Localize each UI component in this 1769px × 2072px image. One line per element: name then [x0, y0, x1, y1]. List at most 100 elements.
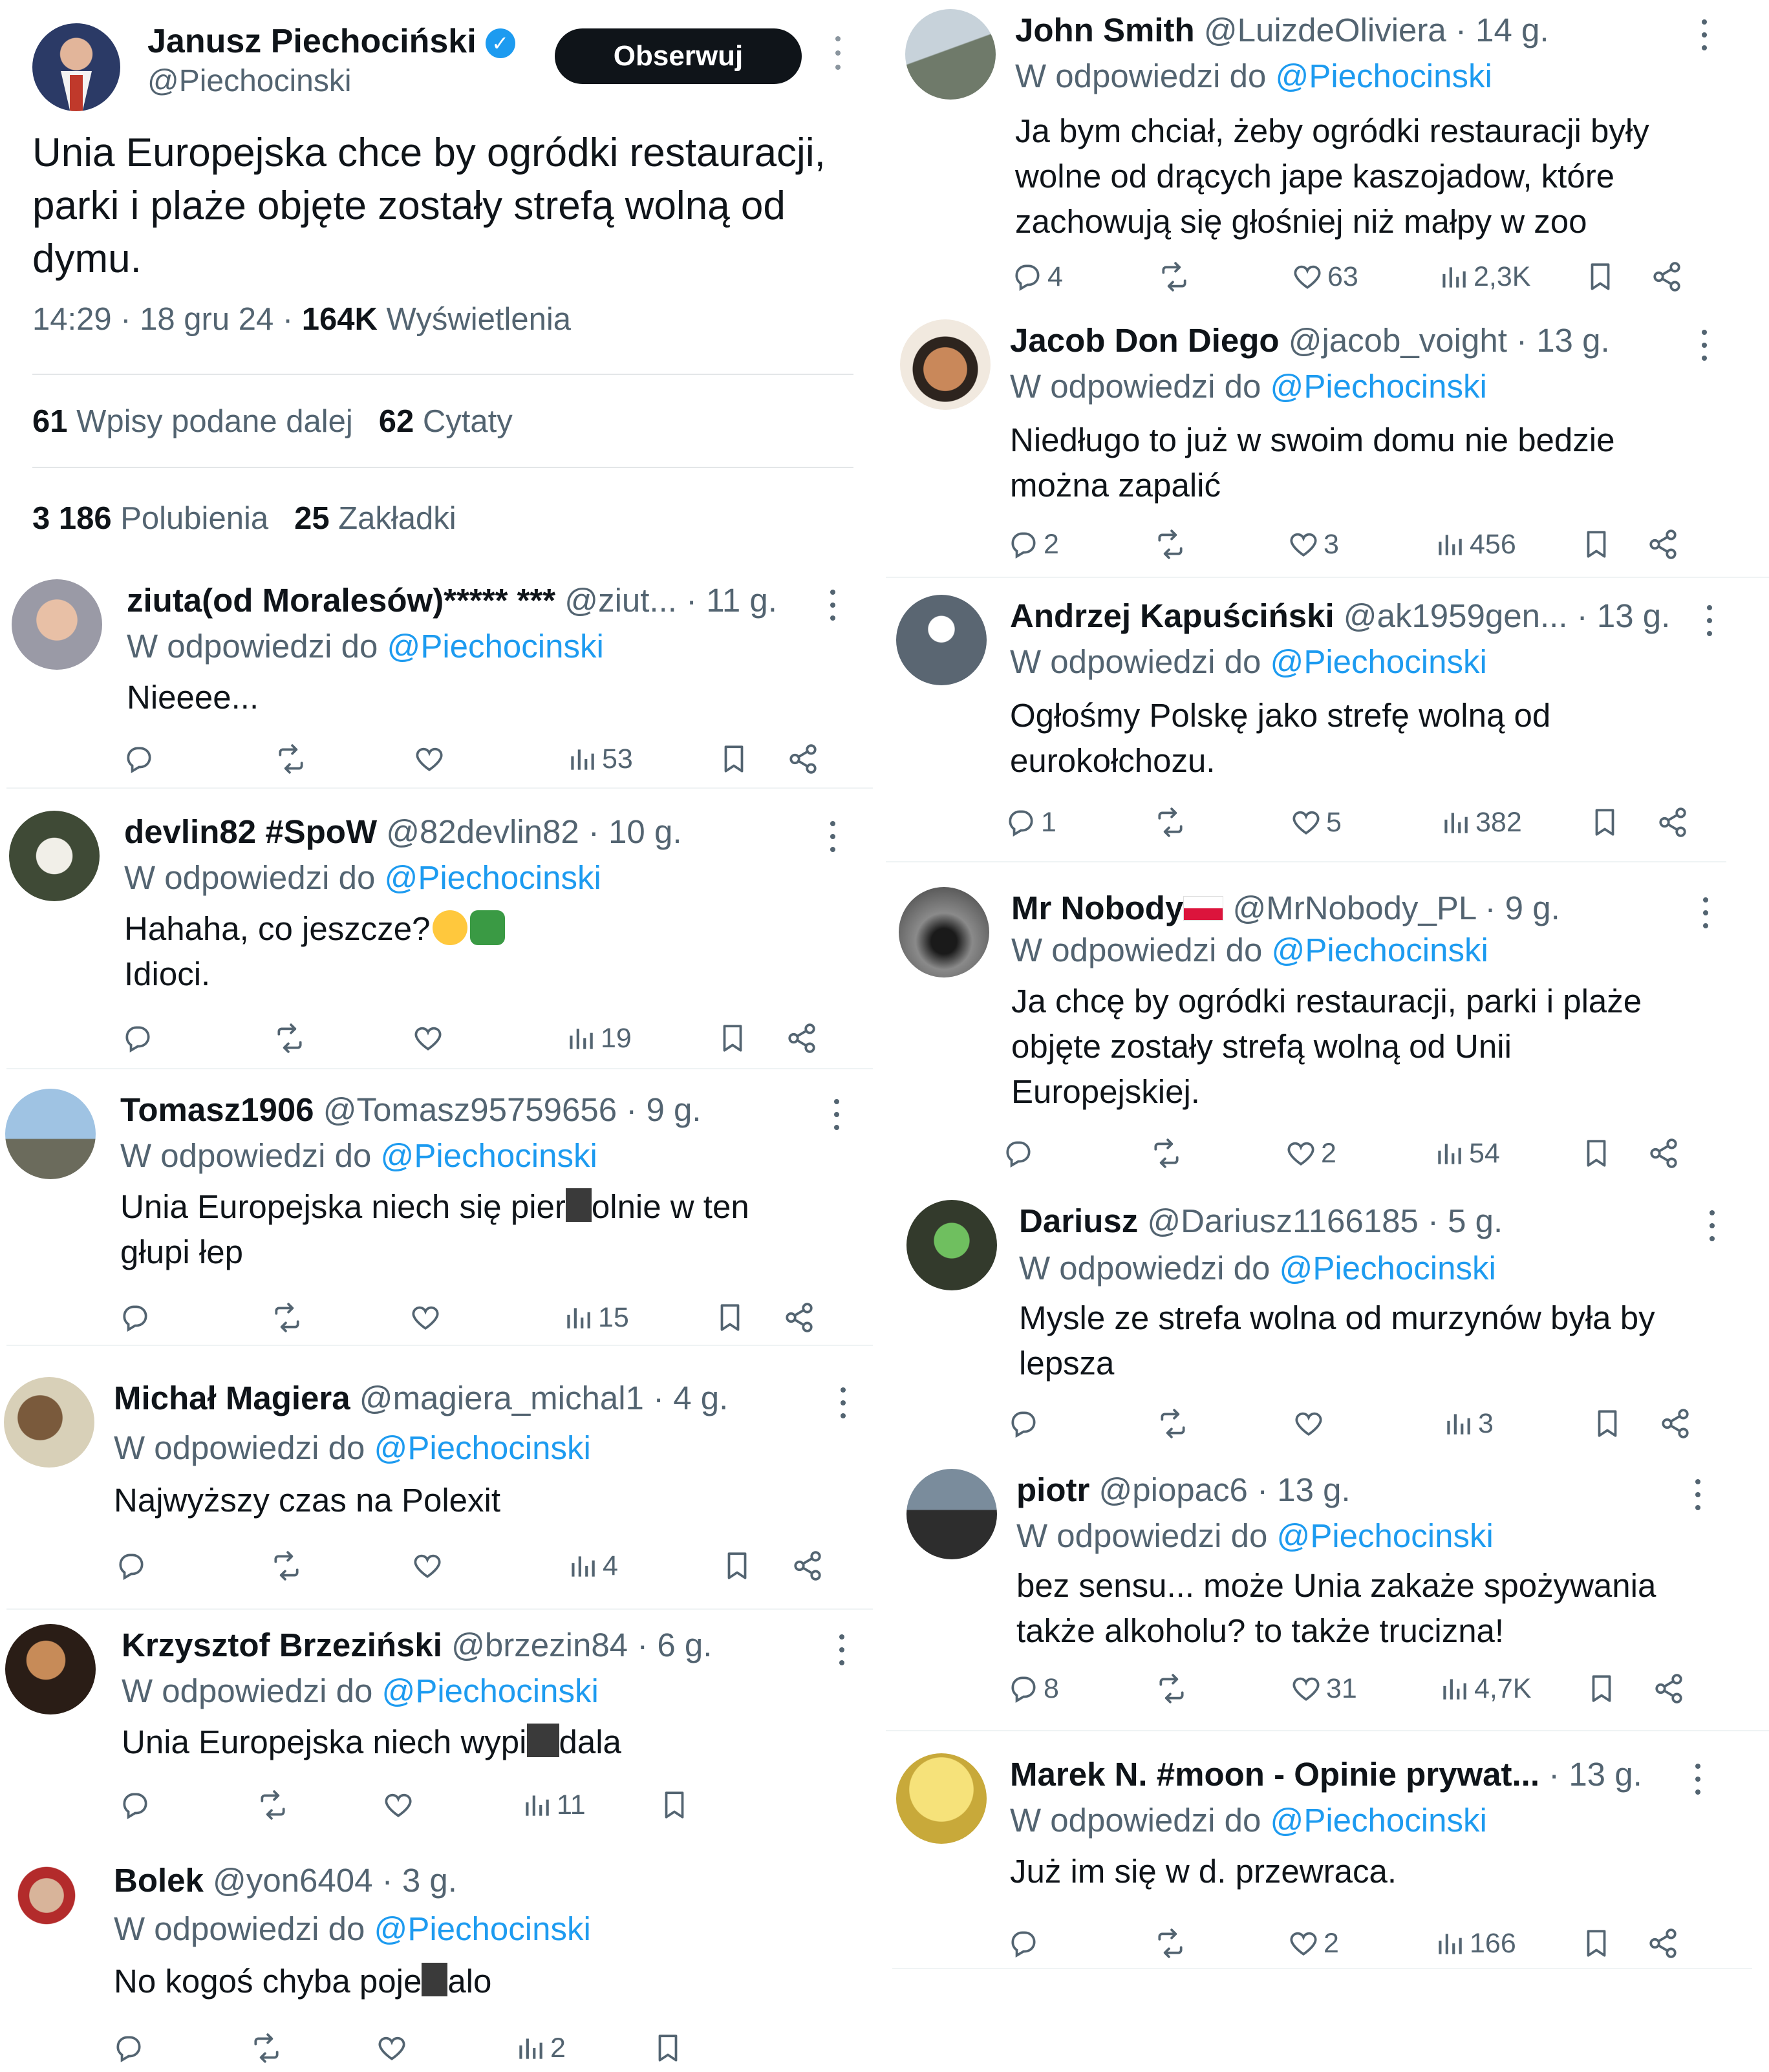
- author-handle[interactable]: @82devlin82: [377, 813, 579, 850]
- reply-button[interactable]: [113, 2029, 149, 2067]
- reply-tweet[interactable]: Dariusz @Dariusz1166185 · 5 g. W odpowie…: [906, 1200, 1756, 1439]
- share-button[interactable]: [1653, 1669, 1685, 1708]
- like-button[interactable]: 2: [1287, 1924, 1339, 1963]
- mention-link[interactable]: @Piechocinski: [381, 1137, 597, 1174]
- author-name[interactable]: Marek N. #moon - Opinie prywat...: [1010, 1756, 1539, 1793]
- author-name[interactable]: Andrzej Kapuściński: [1010, 597, 1335, 634]
- author-handle[interactable]: @jacob_voight: [1280, 322, 1507, 359]
- author-name[interactable]: Michał Magiera: [114, 1380, 350, 1416]
- repost-button[interactable]: [257, 1786, 289, 1824]
- mention-link[interactable]: @Piechocinski: [385, 859, 601, 896]
- reply-time[interactable]: · 13 g.: [1539, 1756, 1642, 1793]
- avatar[interactable]: [9, 811, 100, 901]
- author-name[interactable]: devlin82 #SpoW: [124, 813, 377, 850]
- author-name[interactable]: Dariusz: [1019, 1202, 1138, 1239]
- author-handle[interactable]: @yon6404: [204, 1862, 372, 1899]
- like-button[interactable]: [411, 1546, 447, 1585]
- reply-time[interactable]: · 3 g.: [373, 1862, 457, 1899]
- author-name[interactable]: ziuta(od Moralesów)***** ***: [127, 582, 555, 619]
- like-button[interactable]: [412, 1019, 448, 1058]
- bookmark-button[interactable]: [1591, 1404, 1624, 1443]
- avatar[interactable]: [906, 1200, 997, 1290]
- reply-tweet[interactable]: John Smith @LuizdeOliviera · 14 g. W odp…: [905, 9, 1759, 300]
- views-button[interactable]: 3: [1442, 1404, 1494, 1443]
- repost-button[interactable]: [1155, 1669, 1188, 1708]
- reply-time[interactable]: · 9 g.: [1475, 890, 1560, 926]
- author-handle[interactable]: @LuizdeOliviera: [1195, 12, 1446, 48]
- mention-link[interactable]: @Piechocinski: [1277, 1517, 1494, 1554]
- share-button[interactable]: [1651, 257, 1683, 296]
- reply-button[interactable]: [1002, 1134, 1038, 1173]
- main-author-handle[interactable]: @Piechocinski: [147, 63, 352, 99]
- share-button[interactable]: [787, 740, 819, 778]
- more-icon[interactable]: [831, 1098, 842, 1133]
- like-stats[interactable]: 3 186 Polubienia 25 Zakładki: [32, 500, 456, 537]
- reply-time[interactable]: · 9 g.: [617, 1091, 701, 1128]
- author-handle[interactable]: @brzezin84: [442, 1627, 628, 1663]
- views-button[interactable]: 2: [514, 2029, 566, 2067]
- mention-link[interactable]: @Piechocinski: [387, 628, 604, 665]
- views-button[interactable]: 54: [1433, 1134, 1500, 1173]
- share-button[interactable]: [1647, 1134, 1680, 1173]
- avatar[interactable]: [900, 319, 991, 410]
- share-button[interactable]: [1659, 1404, 1691, 1443]
- author-name[interactable]: Tomasz1906: [120, 1091, 314, 1128]
- more-icon[interactable]: [1704, 604, 1715, 639]
- bookmark-button[interactable]: [1585, 1669, 1618, 1708]
- author-handle[interactable]: @Tomasz95759656: [314, 1091, 617, 1128]
- avatar[interactable]: [1, 1859, 92, 1950]
- like-button[interactable]: 5: [1290, 803, 1342, 842]
- views-button[interactable]: 4,7K: [1438, 1669, 1531, 1708]
- views-button[interactable]: 4: [566, 1546, 618, 1585]
- reply-time[interactable]: · 13 g.: [1568, 597, 1671, 634]
- share-button[interactable]: [791, 1546, 824, 1585]
- reply-tweet[interactable]: ziuta(od Moralesów)***** *** @ziut... · …: [12, 579, 859, 793]
- reply-button[interactable]: [115, 1546, 151, 1585]
- more-icon[interactable]: [1699, 18, 1710, 53]
- reply-time[interactable]: · 6 g.: [628, 1627, 712, 1663]
- reply-tweet[interactable]: Michał Magiera @magiera_michal1 · 4 g. W…: [4, 1377, 859, 1581]
- bookmark-button[interactable]: [1580, 525, 1613, 564]
- bookmark-button[interactable]: [1589, 803, 1621, 842]
- more-icon[interactable]: [1707, 1209, 1717, 1244]
- follow-button[interactable]: Obserwuj: [555, 28, 802, 84]
- mention-link[interactable]: @Piechocinski: [1270, 643, 1487, 680]
- repost-button[interactable]: [1158, 257, 1190, 296]
- like-button[interactable]: [382, 1786, 418, 1824]
- share-button[interactable]: [1647, 525, 1679, 564]
- avatar[interactable]: [899, 887, 989, 977]
- views-button[interactable]: 15: [562, 1298, 629, 1337]
- repost-button[interactable]: [1154, 1924, 1186, 1963]
- bookmark-button[interactable]: [716, 1019, 749, 1058]
- mention-link[interactable]: @Piechocinski: [1270, 1802, 1487, 1839]
- views-button[interactable]: 11: [520, 1786, 586, 1824]
- reply-tweet[interactable]: devlin82 #SpoW @82devlin82 · 10 g. W odp…: [9, 811, 859, 1054]
- more-icon[interactable]: [1693, 1762, 1703, 1797]
- share-button[interactable]: [1647, 1924, 1679, 1963]
- reply-tweet[interactable]: Krzysztof Brzeziński @brzezin84 · 6 g. W…: [5, 1624, 859, 1831]
- author-handle[interactable]: @magiera_michal1: [350, 1380, 644, 1416]
- reply-time[interactable]: · 4 g.: [644, 1380, 728, 1416]
- like-button[interactable]: 63: [1291, 257, 1358, 296]
- bookmark-button[interactable]: [714, 1298, 746, 1337]
- repost-button[interactable]: [1150, 1134, 1183, 1173]
- views-button[interactable]: 2,3K: [1437, 257, 1530, 296]
- views-button[interactable]: 456: [1433, 525, 1516, 564]
- bookmark-button[interactable]: [658, 1786, 691, 1824]
- reply-button[interactable]: [1007, 1924, 1044, 1963]
- reply-button[interactable]: [119, 1786, 155, 1824]
- repost-button[interactable]: [1154, 803, 1186, 842]
- reply-button[interactable]: [122, 1019, 158, 1058]
- author-name[interactable]: John Smith: [1015, 12, 1195, 48]
- more-icon[interactable]: [1700, 896, 1711, 931]
- like-button[interactable]: 3: [1287, 525, 1339, 564]
- reply-button[interactable]: 8: [1007, 1669, 1059, 1708]
- reply-time[interactable]: · 5 g.: [1419, 1202, 1503, 1239]
- reply-tweet[interactable]: Marek N. #moon - Opinie prywat... · 13 g…: [896, 1753, 1756, 1967]
- reply-tweet[interactable]: piotr @piopac6 · 13 g. W odpowiedzi do @…: [906, 1469, 1756, 1708]
- repost-button[interactable]: [271, 1298, 303, 1337]
- author-name[interactable]: Bolek: [114, 1862, 204, 1899]
- share-button[interactable]: [783, 1298, 815, 1337]
- author-handle[interactable]: @MrNobody_PL: [1223, 890, 1475, 926]
- author-name[interactable]: Jacob Don Diego: [1010, 322, 1280, 359]
